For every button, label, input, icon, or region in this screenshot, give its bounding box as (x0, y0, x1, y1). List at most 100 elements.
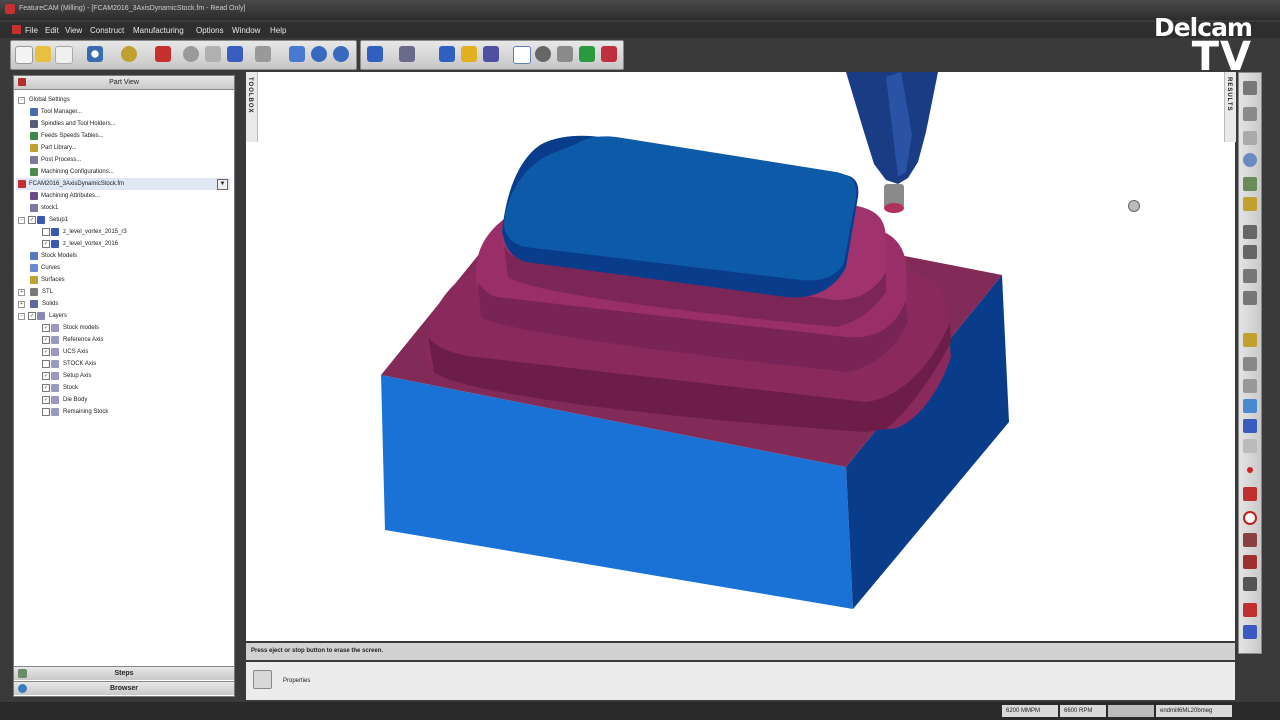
results-tab[interactable]: RESULTS (1224, 72, 1236, 142)
color-icon[interactable] (1243, 333, 1257, 347)
step-forward-icon[interactable] (1243, 245, 1257, 259)
expand-icon[interactable]: + (18, 301, 25, 308)
tool-path-icon[interactable] (1243, 177, 1257, 191)
menu-help[interactable]: Help (270, 26, 286, 35)
curve-icon[interactable] (439, 46, 455, 62)
open-folder-icon[interactable] (35, 46, 51, 62)
featurecam-app-icon[interactable] (5, 4, 15, 14)
toolbox-tab[interactable]: TOOLBOX (246, 72, 258, 142)
dimension-line-icon[interactable] (1243, 577, 1257, 591)
print-preview-icon[interactable] (289, 46, 305, 62)
target-icon[interactable] (87, 46, 103, 62)
steps-tab[interactable]: Steps (14, 666, 234, 680)
loop-icon[interactable] (1243, 399, 1257, 413)
stock-icon[interactable] (483, 46, 499, 62)
post-icon[interactable] (557, 46, 573, 62)
menu-construct[interactable]: Construct (90, 26, 124, 35)
solids-icon (30, 300, 38, 308)
main-toolbar (10, 40, 357, 70)
layers-icon (37, 312, 45, 320)
tool-tip (884, 203, 904, 213)
layer-checkbox[interactable]: ✓ (42, 336, 50, 344)
layer-checkbox[interactable]: ✓ (42, 348, 50, 356)
speed-slider-icon[interactable] (1243, 379, 1257, 393)
layer-icon (51, 348, 59, 356)
layer-icon (51, 408, 59, 416)
layers-checkbox[interactable]: ✓ (28, 312, 36, 320)
status-spacer (1108, 705, 1154, 717)
collapse-icon[interactable]: - (18, 97, 25, 104)
clock-icon[interactable] (1243, 357, 1257, 371)
collapse-icon[interactable]: - (18, 217, 25, 224)
layer-checkbox[interactable] (42, 408, 50, 416)
fast-forward-icon[interactable] (1243, 269, 1257, 283)
op-2015-checkbox[interactable] (42, 228, 50, 236)
machine-icon[interactable] (601, 46, 617, 62)
stop-icon[interactable] (1243, 107, 1257, 121)
tool-name-status: endmill6ML20bmeg (1156, 705, 1232, 717)
check-icon[interactable] (513, 46, 531, 64)
layer-checkbox[interactable]: ✓ (42, 396, 50, 404)
menu-options[interactable]: Options (196, 26, 224, 35)
fillet-icon[interactable] (1243, 555, 1257, 569)
save-icon[interactable] (55, 46, 73, 64)
play-icon[interactable] (1243, 225, 1257, 239)
menu-manufacturing[interactable]: Manufacturing (133, 26, 184, 35)
operation-icon (51, 228, 59, 236)
3d-viewport[interactable] (246, 72, 1235, 641)
undo-icon[interactable] (183, 46, 199, 62)
nc-code-icon[interactable] (579, 46, 595, 62)
layer-checkbox[interactable]: ✓ (42, 324, 50, 332)
trim-icon[interactable] (1243, 603, 1257, 617)
point-icon[interactable] (1247, 467, 1253, 473)
panel-pin-icon[interactable] (18, 78, 26, 86)
setup-checkbox[interactable]: ✓ (28, 216, 36, 224)
polygon-icon[interactable] (1243, 625, 1257, 639)
part-dropdown-button[interactable]: ▼ (217, 179, 228, 190)
menu-edit[interactable]: Edit (45, 26, 59, 35)
document-menu-icon[interactable] (12, 25, 21, 34)
new-file-icon[interactable] (15, 46, 33, 64)
pause-icon[interactable] (1243, 131, 1257, 145)
next-op-icon[interactable] (1243, 291, 1257, 305)
tool-icon[interactable] (461, 46, 477, 62)
layer-checkbox[interactable]: ✓ (42, 384, 50, 392)
eject-icon[interactable] (1243, 81, 1257, 95)
dimension-icon[interactable] (121, 46, 137, 62)
tree-part-file[interactable]: FCAM2016_3AxisDynamicStock.fm ▼ (16, 178, 230, 190)
help-icon[interactable] (311, 46, 327, 62)
expand-icon[interactable]: + (18, 289, 25, 296)
machine-config-icon (30, 168, 38, 176)
delcam-tv-logo: Delcam TV (1153, 13, 1253, 80)
circle-icon[interactable] (1243, 511, 1257, 525)
mouse-cursor-icon (1128, 200, 1140, 212)
eraser-icon[interactable] (155, 46, 171, 62)
feature-wizard-icon[interactable] (367, 46, 383, 62)
measure-icon[interactable] (1243, 419, 1257, 433)
select-arrow-icon[interactable] (227, 46, 243, 62)
op-2016-checkbox[interactable]: ✓ (42, 240, 50, 248)
options-icon[interactable] (1243, 439, 1257, 453)
centerline-icon[interactable] (1243, 197, 1257, 211)
stock-models-icon (30, 252, 38, 260)
collapse-icon[interactable]: - (18, 313, 25, 320)
menu-window[interactable]: Window (232, 26, 260, 35)
menu-view[interactable]: View (65, 26, 82, 35)
properties-button[interactable] (253, 670, 272, 689)
context-help-icon[interactable] (333, 46, 349, 62)
simulate-icon[interactable] (535, 46, 551, 62)
layer-icon (51, 372, 59, 380)
layer-checkbox[interactable] (42, 360, 50, 368)
tree-global-settings[interactable]: - Global Settings (18, 94, 230, 106)
menu-file[interactable]: File (25, 26, 38, 35)
line-icon[interactable] (1243, 487, 1257, 501)
redo-icon[interactable] (255, 46, 271, 62)
setup-icon (37, 216, 45, 224)
cross-icon[interactable] (399, 46, 415, 62)
arc-icon[interactable] (1243, 533, 1257, 547)
properties-label: Properties (283, 678, 311, 684)
delete-icon[interactable] (205, 46, 221, 62)
browser-tab[interactable]: Browser (14, 681, 234, 695)
view-rotate-icon[interactable] (1243, 153, 1257, 167)
layer-checkbox[interactable]: ✓ (42, 372, 50, 380)
